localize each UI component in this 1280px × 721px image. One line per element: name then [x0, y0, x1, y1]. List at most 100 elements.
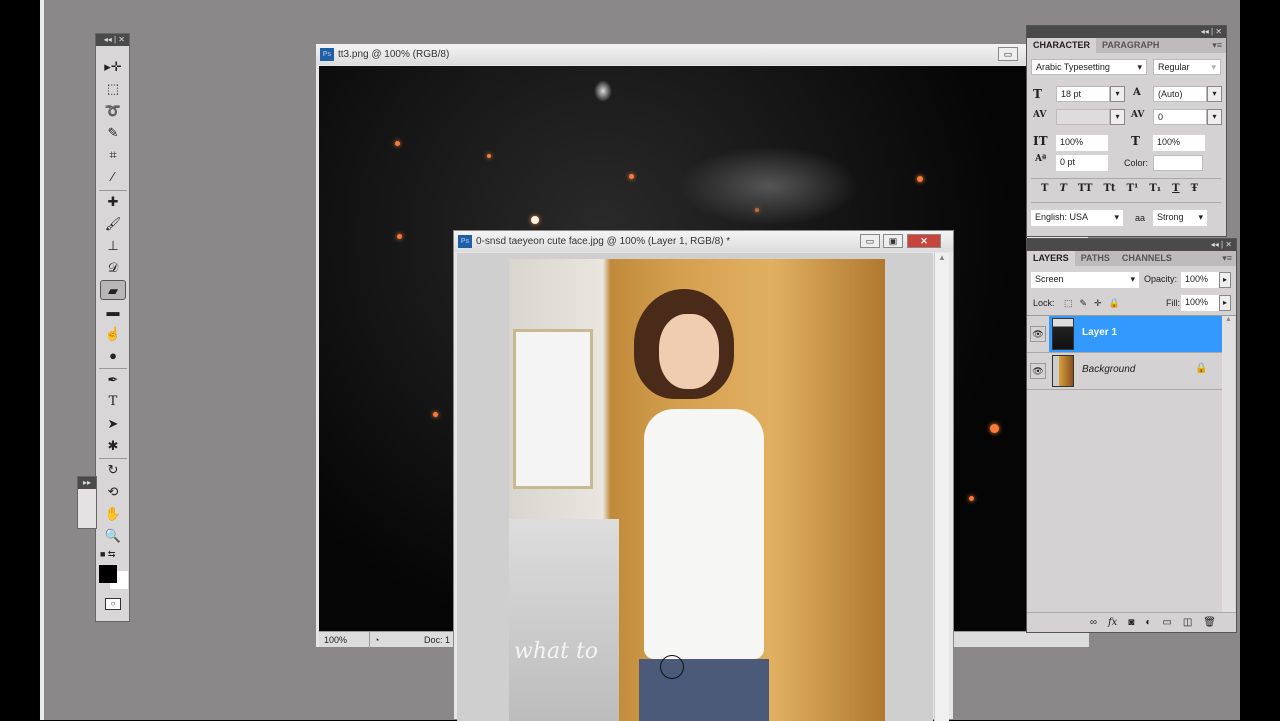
- minimize-button[interactable]: ▭: [998, 47, 1018, 61]
- leading-field[interactable]: (Auto): [1153, 86, 1207, 102]
- underline-button[interactable]: T: [1172, 183, 1179, 194]
- document-title-bar[interactable]: Ps 0-snsd taeyeon cute face.jpg @ 100% (L…: [454, 231, 953, 252]
- text-color-swatch[interactable]: [1153, 155, 1203, 171]
- all-caps-button[interactable]: TT: [1078, 183, 1093, 194]
- new-group-icon[interactable]: ▭: [1162, 613, 1171, 632]
- tab-paragraph[interactable]: PARAGRAPH: [1096, 38, 1165, 53]
- tracking-field[interactable]: 0: [1153, 109, 1207, 125]
- maximize-button[interactable]: ▣: [883, 234, 903, 248]
- crop-tool-icon[interactable]: ⌗: [100, 145, 126, 165]
- gradient-tool-icon[interactable]: ▬: [100, 302, 126, 322]
- quick-mask-icon[interactable]: ○: [105, 598, 121, 610]
- type-tool-icon[interactable]: T: [100, 392, 126, 412]
- panel-header[interactable]: ◂◂ | ✕: [1027, 26, 1226, 38]
- panel-menu-icon[interactable]: ▾≡: [1222, 253, 1232, 264]
- marquee-tool-icon[interactable]: ⬚: [100, 79, 126, 99]
- custom-shape-tool-icon[interactable]: ✱: [100, 436, 126, 456]
- layer-thumbnail: [1052, 355, 1074, 387]
- document-title-bar[interactable]: Ps tt3.png @ 100% (RGB/8) ▭: [316, 44, 1088, 65]
- opacity-slider-button[interactable]: ▸: [1219, 272, 1231, 288]
- layer-row-layer-1[interactable]: 👁 Layer 1: [1027, 316, 1222, 353]
- photo-image[interactable]: what to: [509, 259, 885, 721]
- font-style-select[interactable]: Regular ▾: [1153, 59, 1221, 75]
- new-layer-icon[interactable]: ◫: [1183, 613, 1192, 632]
- kerning-dropdown[interactable]: ▾: [1110, 109, 1125, 125]
- font-family-select[interactable]: Arabic Typesetting ▾: [1031, 59, 1147, 75]
- hand-tool-icon[interactable]: ✋: [100, 504, 126, 524]
- minimize-button[interactable]: ▭: [860, 234, 880, 248]
- kerning-field[interactable]: [1056, 109, 1110, 125]
- quick-selection-tool-icon[interactable]: ✎: [100, 123, 126, 143]
- font-size-field[interactable]: 18 pt: [1056, 86, 1110, 102]
- canvas-area[interactable]: what to: [457, 253, 933, 721]
- close-button[interactable]: ✕: [907, 234, 941, 248]
- small-caps-button[interactable]: Tt: [1103, 183, 1115, 194]
- eyedropper-tool-icon[interactable]: ⁄: [100, 167, 126, 187]
- eraser-tool-icon[interactable]: ▰: [100, 280, 126, 300]
- layer-name[interactable]: Background: [1082, 364, 1135, 375]
- visibility-eye-icon[interactable]: 👁: [1030, 363, 1046, 379]
- opacity-field[interactable]: 100%: [1181, 272, 1219, 288]
- horizontal-scale-field[interactable]: 100%: [1153, 135, 1205, 151]
- layer-thumbnail: [1052, 318, 1074, 350]
- doc-size[interactable]: Doc: 1: [424, 632, 450, 648]
- layer-name[interactable]: Layer 1: [1082, 327, 1117, 338]
- opacity-label: Opacity:: [1144, 274, 1178, 284]
- lasso-tool-icon[interactable]: ➰: [100, 101, 126, 121]
- panel-header[interactable]: ◂◂ | ✕: [1027, 239, 1236, 251]
- history-brush-tool-icon[interactable]: 𝒟: [100, 258, 126, 278]
- tab-channels[interactable]: CHANNELS: [1116, 251, 1178, 266]
- subscript-button[interactable]: T₁: [1149, 183, 1161, 194]
- font-size-dropdown[interactable]: ▾: [1110, 86, 1125, 102]
- move-tool-icon[interactable]: ▸✛: [100, 57, 126, 77]
- layers-scrollbar[interactable]: ▲: [1222, 316, 1235, 612]
- fill-slider-button[interactable]: ▸: [1219, 295, 1231, 311]
- leading-icon: A: [1133, 87, 1141, 98]
- leading-dropdown[interactable]: ▾: [1207, 86, 1222, 102]
- blur-tool-icon[interactable]: ☝: [100, 324, 126, 344]
- superscript-button[interactable]: T¹: [1127, 183, 1139, 194]
- zoom-level[interactable]: 100%: [324, 632, 347, 648]
- fill-label: Fill:: [1166, 298, 1180, 308]
- lock-icons[interactable]: ⬚✎✛🔒: [1064, 296, 1127, 310]
- vertical-scrollbar[interactable]: ▲: [934, 253, 949, 721]
- 3d-rotate-tool-icon[interactable]: ↻: [100, 460, 126, 480]
- layer-mask-icon[interactable]: ◙: [1128, 613, 1134, 632]
- strikethrough-button[interactable]: Ŧ: [1191, 183, 1198, 194]
- language-select[interactable]: English: USA ▾: [1031, 210, 1123, 226]
- tab-layers[interactable]: LAYERS: [1027, 251, 1075, 266]
- swap-colors-icon[interactable]: ■ ⇆: [100, 549, 115, 560]
- antialias-select[interactable]: Strong ▾: [1153, 210, 1207, 226]
- brush-tool-icon[interactable]: 🖌: [100, 214, 126, 234]
- tab-character[interactable]: CHARACTER: [1027, 38, 1096, 53]
- adjustment-layer-icon[interactable]: ◐: [1145, 613, 1151, 632]
- vertical-scale-field[interactable]: 100%: [1056, 135, 1108, 151]
- fill-field[interactable]: 100%: [1181, 295, 1219, 311]
- healing-brush-tool-icon[interactable]: ✚: [100, 192, 126, 212]
- layer-style-icon[interactable]: fx: [1108, 613, 1117, 632]
- tab-paths[interactable]: PATHS: [1075, 251, 1116, 266]
- foreground-color-swatch[interactable]: [99, 565, 117, 583]
- path-selection-tool-icon[interactable]: ➤: [100, 414, 126, 434]
- dodge-tool-icon[interactable]: ●: [100, 346, 126, 366]
- type-style-buttons: T T TT Tt T¹ T₁ T Ŧ: [1041, 183, 1198, 194]
- status-icon[interactable]: ◔: [369, 632, 379, 648]
- clone-stamp-tool-icon[interactable]: ⊥: [100, 236, 126, 256]
- link-layers-icon[interactable]: ∞: [1090, 613, 1097, 632]
- tracking-dropdown[interactable]: ▾: [1207, 109, 1222, 125]
- zoom-tool-icon[interactable]: 🔍: [100, 526, 126, 546]
- faux-bold-button[interactable]: T: [1041, 183, 1048, 194]
- layer-row-background[interactable]: 👁 Background 🔒: [1027, 353, 1222, 390]
- visibility-eye-icon[interactable]: 👁: [1030, 326, 1046, 342]
- baseline-shift-field[interactable]: 0 pt: [1056, 155, 1108, 171]
- delete-layer-icon[interactable]: 🗑: [1203, 613, 1216, 632]
- faux-italic-button[interactable]: T: [1059, 183, 1066, 194]
- baseline-shift-icon: Aª: [1035, 154, 1047, 164]
- vertical-scale-icon: IT: [1033, 134, 1048, 148]
- blend-mode-select[interactable]: Screen ▾: [1031, 272, 1139, 288]
- pen-tool-icon[interactable]: ✒: [100, 370, 126, 390]
- collapsed-panel[interactable]: ▸▸: [77, 476, 97, 529]
- toolbox-header[interactable]: ◂◂ | ✕: [96, 34, 129, 46]
- 3d-orbit-tool-icon[interactable]: ⟲: [100, 482, 126, 502]
- panel-menu-icon[interactable]: ▾≡: [1212, 40, 1222, 51]
